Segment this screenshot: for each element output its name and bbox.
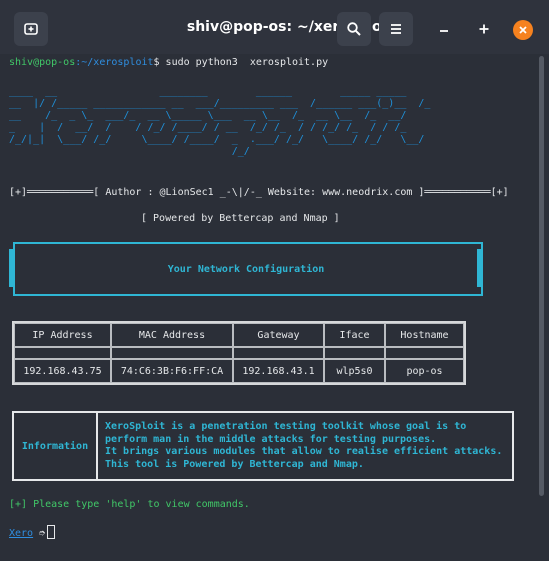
author-line: [+]═══════════[ Author : @LionSec1 _-\|/…	[9, 187, 509, 198]
table-spacer-row	[14, 347, 464, 359]
information-box: Information XeroSploit is a penetration …	[12, 411, 514, 481]
prompt-user: shiv@pop-os	[9, 57, 76, 68]
command-text: $ sudo python3 xerosploit.py	[153, 57, 329, 68]
cell-iface: wlp5s0	[324, 359, 385, 383]
scrollbar[interactable]	[539, 56, 544, 496]
network-table: IP Address MAC Address Gateway Iface Hos…	[12, 321, 466, 385]
terminal-window: shiv@pop-os: ~/xerosploit shiv@pop-os:~/…	[0, 0, 549, 561]
header-hostname: Hostname	[385, 323, 464, 347]
cell-mac: 74:C6:3B:F6:FF:CA	[111, 359, 233, 383]
command-line: shiv@pop-os:~/xerosploit$ sudo python3 x…	[9, 57, 328, 69]
powered-line: [ Powered by Bettercap and Nmap ]	[141, 213, 340, 224]
search-button[interactable]	[337, 12, 371, 46]
maximize-button[interactable]	[474, 19, 494, 39]
cell-hostname: pop-os	[385, 359, 464, 383]
information-text: XeroSploit is a penetration testing tool…	[105, 421, 503, 470]
cell-gateway: 192.168.43.1	[233, 359, 324, 383]
maximize-icon	[479, 24, 489, 34]
header-bar: shiv@pop-os: ~/xerosploit	[0, 0, 549, 55]
cell-ip: 192.168.43.75	[14, 359, 111, 383]
menu-button[interactable]	[379, 12, 413, 46]
hamburger-menu-icon	[391, 24, 401, 34]
ascii-logo: ____ __ ________ ______ _____ _____ __ |…	[9, 86, 431, 157]
new-tab-button[interactable]	[14, 12, 48, 46]
search-icon	[347, 22, 361, 36]
prompt-arrow-icon: ➮	[39, 528, 46, 539]
xero-prompt: Xero ➮	[9, 525, 56, 540]
new-tab-icon	[24, 23, 38, 35]
header-ip: IP Address	[14, 323, 111, 347]
xero-prompt-name: Xero	[9, 528, 34, 539]
header-gateway: Gateway	[233, 323, 324, 347]
network-config-title: Your Network Configuration	[167, 264, 325, 275]
prompt-path: :~/xerosploit	[75, 57, 154, 68]
text-cursor[interactable]	[47, 525, 56, 539]
minimize-button[interactable]	[434, 19, 454, 39]
close-button[interactable]	[513, 20, 533, 40]
minimize-icon	[440, 30, 448, 32]
header-iface: Iface	[324, 323, 385, 347]
header-mac: MAC Address	[111, 323, 233, 347]
terminal-area[interactable]: shiv@pop-os:~/xerosploit$ sudo python3 x…	[0, 54, 549, 561]
close-icon	[519, 26, 527, 34]
information-label: Information	[14, 413, 98, 479]
table-header-row: IP Address MAC Address Gateway Iface Hos…	[14, 323, 464, 347]
help-hint: [+] Please type 'help' to view commands.	[9, 499, 250, 510]
table-row: 192.168.43.75 74:C6:3B:F6:FF:CA 192.168.…	[14, 359, 464, 383]
